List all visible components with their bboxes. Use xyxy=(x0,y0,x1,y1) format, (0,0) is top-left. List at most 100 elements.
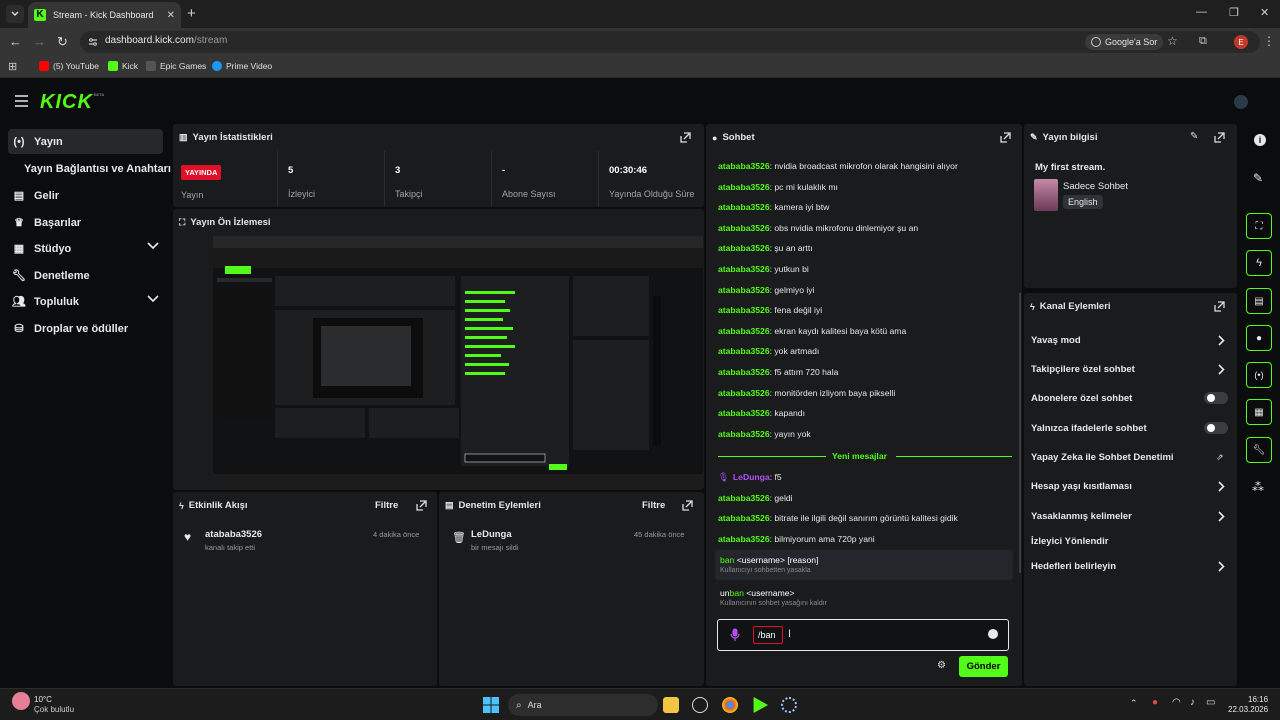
settings-icon[interactable] xyxy=(781,697,797,713)
microphone-icon[interactable] xyxy=(730,628,740,642)
send-button[interactable]: Gönder xyxy=(959,656,1008,677)
command-suggestion-unban[interactable]: unban <username> Kullanıcının sohbet yas… xyxy=(715,583,1013,613)
chat-username[interactable]: atababa3526 xyxy=(718,223,770,233)
chevron-right-icon[interactable] xyxy=(1218,364,1225,375)
modlog-username[interactable]: LeDunga xyxy=(471,529,512,540)
bookmark-epic[interactable]: Epic Games xyxy=(146,61,206,71)
chat-input-text[interactable]: /ban xyxy=(753,626,783,644)
share-nodes-icon[interactable]: ⁂ xyxy=(1252,480,1264,494)
channel-action-item[interactable]: Yapay Zeka ile Sohbet Denetimi xyxy=(1031,452,1174,463)
modlog-filter-button[interactable]: Filtre xyxy=(642,500,665,511)
chrome-icon[interactable] xyxy=(722,697,738,713)
minimize-icon[interactable]: — xyxy=(1196,6,1207,18)
chat-username[interactable]: atababa3526 xyxy=(718,264,770,274)
chat-username[interactable]: atababa3526 xyxy=(718,408,770,418)
chat-input[interactable]: /ban I xyxy=(717,619,1009,651)
channel-action-item[interactable]: Yasaklanmış kelimeler xyxy=(1031,511,1132,522)
popout-icon[interactable] xyxy=(1214,301,1225,312)
chevron-right-icon[interactable] xyxy=(1218,335,1225,346)
user-avatar[interactable] xyxy=(1234,95,1248,109)
info-icon[interactable]: i xyxy=(1254,134,1266,146)
speaker-icon[interactable]: ♪ xyxy=(1190,697,1195,708)
sidebar-item-stream-key[interactable]: Yayın Bağlantısı ve Anahtarı xyxy=(8,156,171,181)
rail-modlog-button[interactable]: ▤ xyxy=(1246,288,1272,314)
clock-time[interactable]: 16:16 xyxy=(1248,695,1268,704)
popout-icon[interactable] xyxy=(1000,132,1011,143)
windows-start-icon[interactable] xyxy=(483,697,499,713)
chat-username[interactable]: atababa3526 xyxy=(718,326,770,336)
chat-username[interactable]: atababa3526 xyxy=(718,305,770,315)
reload-icon[interactable]: ↻ xyxy=(57,35,68,49)
channel-action-item[interactable]: Hedefleri belirleyin xyxy=(1031,561,1116,572)
chat-username[interactable]: atababa3526 xyxy=(718,493,770,503)
battery-icon[interactable]: ▭ xyxy=(1206,697,1215,708)
command-suggestion-ban[interactable]: ban <username> [reason] Kullanıcıyı sohb… xyxy=(715,550,1013,580)
toggle-switch[interactable] xyxy=(1204,422,1228,434)
rail-stream-preview-button[interactable]: ⛶ xyxy=(1246,213,1272,239)
channel-action-item[interactable]: Takipçilere özel sohbet xyxy=(1031,364,1135,375)
channel-action-item[interactable]: Abonelere özel sohbet xyxy=(1031,393,1132,404)
rail-tools-button[interactable]: 🔧︎ xyxy=(1246,437,1272,463)
external-link-icon[interactable]: ⇗ xyxy=(1216,452,1224,463)
wifi-icon[interactable]: ◠ xyxy=(1172,697,1181,708)
sidebar-item-achievements[interactable]: ♛ Başarılar xyxy=(8,210,163,235)
rail-activity-button[interactable]: ϟ xyxy=(1246,250,1272,276)
chat-username[interactable]: atababa3526 xyxy=(718,161,770,171)
bookmark-prime[interactable]: Prime Video xyxy=(212,61,272,71)
popout-icon[interactable] xyxy=(680,132,691,143)
chat-username[interactable]: LeDunga xyxy=(733,472,770,482)
apps-grid-icon[interactable]: ⊞ xyxy=(8,60,17,73)
emoji-icon[interactable] xyxy=(988,629,998,639)
tab-search-dropdown[interactable] xyxy=(6,5,24,23)
profile-avatar[interactable]: E xyxy=(1234,35,1248,49)
chat-username[interactable]: atababa3526 xyxy=(718,202,770,212)
popout-icon[interactable] xyxy=(1214,132,1225,143)
omnibox[interactable]: dashboard.kick.com/stream Google'a Sor ☆ xyxy=(80,31,1260,53)
google-ask-button[interactable]: Google'a Sor xyxy=(1085,34,1164,50)
chevron-right-icon[interactable] xyxy=(1218,561,1225,572)
activity-filter-button[interactable]: Filtre xyxy=(375,500,398,511)
edit-pencil-icon[interactable]: ✎ xyxy=(1253,171,1263,185)
weather-temperature[interactable]: 10°C xyxy=(34,695,52,704)
extensions-icon[interactable]: ⧉ xyxy=(1199,35,1207,48)
rail-chat-button[interactable]: ● xyxy=(1246,325,1272,351)
activity-username[interactable]: atababa3526 xyxy=(205,529,262,540)
bookmark-star-icon[interactable]: ☆ xyxy=(1167,34,1178,48)
new-tab-button[interactable]: + xyxy=(187,6,196,21)
close-window-icon[interactable]: ✕ xyxy=(1260,6,1269,19)
chat-username[interactable]: atababa3526 xyxy=(718,534,770,544)
kick-app-icon[interactable] xyxy=(753,697,768,713)
chat-username[interactable]: atababa3526 xyxy=(718,513,770,523)
bookmark-youtube[interactable]: (5) YouTube xyxy=(39,61,99,71)
sidebar-item-revenue[interactable]: ▤ Gelir xyxy=(8,183,163,208)
sidebar-item-studio[interactable]: ▦ Stüdyo xyxy=(8,236,163,261)
taskbar-search[interactable]: ⌕ Ara xyxy=(508,694,658,716)
bookmark-kick[interactable]: Kick xyxy=(108,61,138,71)
chat-username[interactable]: atababa3526 xyxy=(718,285,770,295)
microphone-tray-icon[interactable]: ● xyxy=(1152,697,1158,708)
chevron-right-icon[interactable] xyxy=(1218,511,1225,522)
popout-icon[interactable] xyxy=(416,500,427,511)
category-name[interactable]: Sadece Sohbet xyxy=(1063,181,1128,192)
rail-stream-info-button[interactable]: ▦ xyxy=(1246,399,1272,425)
chat-username[interactable]: atababa3526 xyxy=(718,388,770,398)
back-icon[interactable]: ← xyxy=(9,35,22,49)
sidebar-item-moderation[interactable]: 🔧︎ Denetleme xyxy=(8,263,163,288)
browser-menu-icon[interactable]: ⋮ xyxy=(1263,34,1275,48)
popout-icon[interactable] xyxy=(682,500,693,511)
tray-chevron-icon[interactable]: ⌃ xyxy=(1130,698,1138,709)
kick-logo[interactable]: KICK xyxy=(40,91,93,114)
app-icon[interactable] xyxy=(692,697,708,713)
hamburger-menu-icon[interactable] xyxy=(15,95,28,107)
chevron-right-icon[interactable] xyxy=(1218,481,1225,492)
channel-action-item[interactable]: İzleyici Yönlendir xyxy=(1031,536,1108,547)
channel-action-item[interactable]: Hesap yaşı kısıtlaması xyxy=(1031,481,1132,492)
channel-action-item[interactable]: Yavaş mod xyxy=(1031,335,1081,346)
file-explorer-icon[interactable] xyxy=(663,697,679,713)
sidebar-item-community[interactable]: 👥︎ Topluluk xyxy=(8,289,163,314)
sidebar-item-stream[interactable]: (•) Yayın xyxy=(8,129,163,154)
forward-icon[interactable]: → xyxy=(33,35,46,49)
close-tab-icon[interactable]: ✕ xyxy=(167,10,175,21)
chat-username[interactable]: atababa3526 xyxy=(718,429,770,439)
chat-username[interactable]: atababa3526 xyxy=(718,182,770,192)
